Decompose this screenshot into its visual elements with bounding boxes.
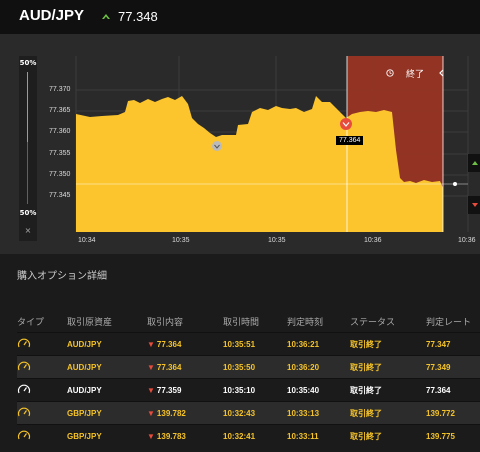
cell-rate: 139.772 (426, 401, 480, 425)
entry-price-tag: 77.364 (336, 136, 364, 145)
col-header-time: 取引時間 (223, 317, 260, 328)
cell-content: ▼ 77.364 (147, 355, 223, 379)
cell-rate: 77.347 (426, 332, 480, 356)
y-tick: 77.360 (49, 128, 71, 135)
cell-asset: AUD/JPY (67, 355, 147, 379)
cell-content: ▼ 139.782 (147, 401, 223, 425)
cell-status: 取引終了 (350, 378, 426, 402)
cell-asset: AUD/JPY (67, 378, 147, 402)
cell-time: 10:32:43 (223, 401, 287, 425)
down-arrow-icon: ▼ (147, 431, 155, 441)
sentiment-top-pct: 50% (19, 59, 37, 67)
cell-rate: 77.349 (426, 355, 480, 379)
cell-content: ▼ 77.359 (147, 378, 223, 402)
cell-time: 10:35:50 (223, 355, 287, 379)
x-tick: 10:35 (268, 237, 286, 244)
cell-judge: 10:33:13 (287, 401, 350, 425)
cell-judge: 10:36:20 (287, 355, 350, 379)
options-table: タイプ 取引原資産 取引内容 取引時間 判定時刻 ステータス 判定レート AUD… (17, 310, 480, 447)
table-row[interactable]: GBP/JPY ▼ 139.783 10:32:41 10:33:11 取引終了 139.7… (17, 424, 480, 447)
gauge-icon (17, 361, 31, 371)
cell-judge: 10:35:40 (287, 378, 350, 402)
col-header-type: タイプ (17, 317, 45, 328)
cell-status: 取引終了 (350, 424, 426, 447)
sentiment-bottom-pct: 50% (19, 209, 37, 217)
col-header-asset: 取引原資産 (67, 317, 113, 328)
cell-judge: 10:33:11 (287, 424, 350, 447)
end-label: 終了 (406, 70, 425, 80)
active-trade-marker-icon (340, 118, 352, 130)
cell-time: 10:35:10 (223, 378, 287, 402)
cell-rate: 77.364 (426, 378, 480, 402)
cell-rate: 139.775 (426, 424, 480, 447)
down-arrow-icon: ▼ (147, 408, 155, 418)
cell-status: 取引終了 (350, 332, 426, 356)
gauge-icon (17, 338, 31, 348)
header-bar: AUD/JPY 77.348 (0, 0, 480, 34)
x-tick: 10:36 (364, 237, 382, 244)
table-row[interactable]: GBP/JPY ▼ 139.782 10:32:43 10:33:13 取引終了 139.7… (17, 401, 480, 425)
cell-time: 10:35:51 (223, 332, 287, 356)
y-tick: 77.350 (49, 171, 71, 178)
asset-pair-title: AUD/JPY (19, 7, 85, 24)
up-arrow-icon (102, 14, 110, 19)
gauge-icon (17, 407, 31, 417)
x-tick: 10:34 (78, 237, 96, 244)
cell-status: 取引終了 (350, 401, 426, 425)
y-tick: 77.345 (49, 192, 71, 199)
table-row[interactable]: AUD/JPY ▼ 77.359 10:35:10 10:35:40 取引終了 77.364 (17, 378, 480, 402)
sentiment-bar: 50% 50% × (19, 56, 37, 241)
cell-asset: AUD/JPY (67, 332, 147, 356)
col-header-content: 取引内容 (147, 317, 184, 328)
cell-time: 10:32:41 (223, 424, 287, 447)
y-tick: 77.355 (49, 150, 71, 157)
down-arrow-icon: ▼ (147, 362, 155, 372)
col-header-judge: 判定時刻 (287, 317, 324, 328)
cell-asset: GBP/JPY (67, 401, 147, 425)
table-row[interactable]: AUD/JPY ▼ 77.364 10:35:50 10:36:20 取引終了 77.349 (17, 355, 480, 379)
trade-marker-icon (212, 141, 222, 151)
col-header-rate: 判定レート (426, 317, 472, 328)
section-title: 購入オプション詳細 (17, 271, 107, 282)
gauge-icon (17, 430, 31, 440)
sentiment-down-line (27, 142, 28, 204)
x-tick: 10:35 (172, 237, 190, 244)
y-tick: 77.365 (49, 107, 71, 114)
table-row[interactable]: AUD/JPY ▼ 77.364 10:35:51 10:36:21 取引終了 77.347 (17, 332, 480, 356)
down-arrow-icon: ▼ (147, 339, 155, 349)
cell-asset: GBP/JPY (67, 424, 147, 447)
col-header-status: ステータス (350, 317, 396, 328)
gauge-icon (17, 384, 31, 394)
sentiment-up-line (27, 72, 28, 142)
cell-judge: 10:36:21 (287, 332, 350, 356)
down-arrow-icon: ▼ (147, 385, 155, 395)
clock-icon (386, 69, 394, 77)
cell-content: ▼ 77.364 (147, 332, 223, 356)
price-area (76, 96, 443, 232)
cell-status: 取引終了 (350, 355, 426, 379)
y-tick: 77.370 (49, 86, 71, 93)
current-rate: 77.348 (118, 9, 158, 24)
x-tick: 10:36 (458, 237, 476, 244)
close-icon[interactable]: × (19, 226, 37, 235)
cell-content: ▼ 139.783 (147, 424, 223, 447)
